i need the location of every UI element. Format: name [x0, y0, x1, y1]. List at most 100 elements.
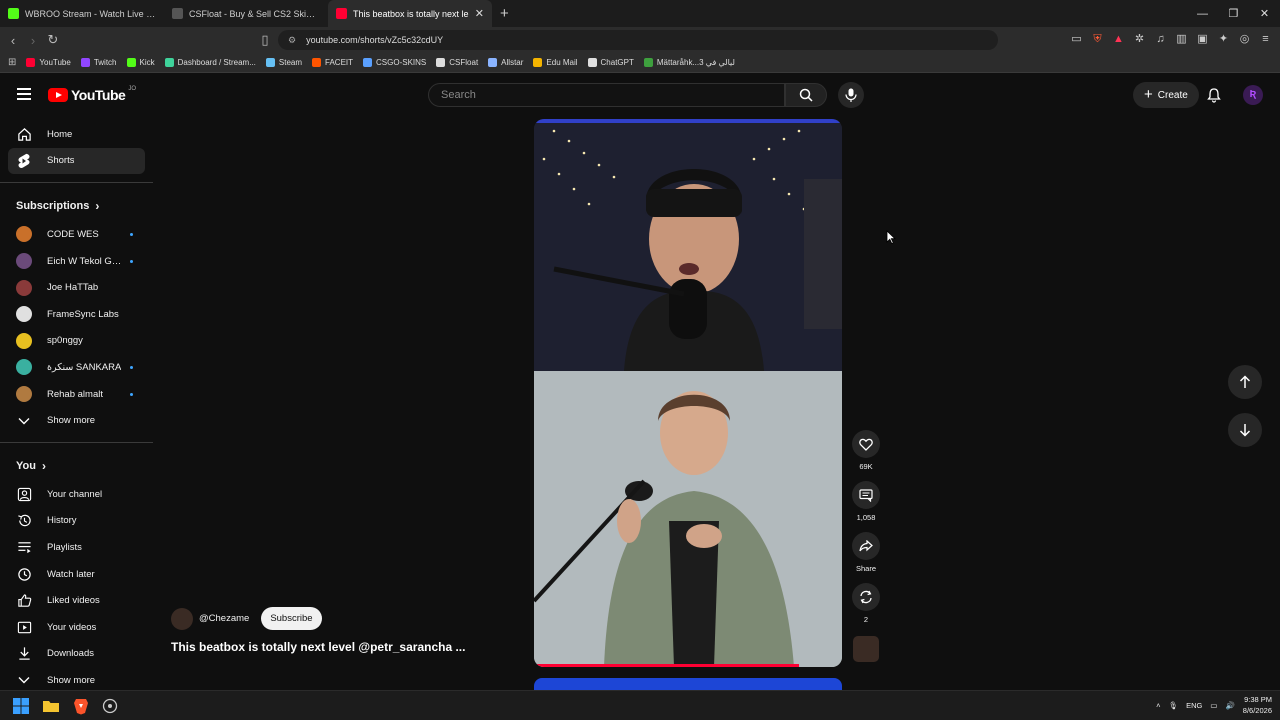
app-icon[interactable]	[101, 697, 119, 715]
channel-avatar[interactable]	[171, 607, 193, 630]
browser-tab-3-active[interactable]: This beatbox is totally next le ✕	[328, 0, 492, 27]
like-button[interactable]	[852, 430, 880, 458]
next-short-button[interactable]	[1228, 413, 1262, 447]
tray-microphone-icon[interactable]: 🎙	[1169, 701, 1179, 710]
browser-tab-1[interactable]: WBROO Stream - Watch Live on	[0, 0, 164, 27]
bookmark-label: Twitch	[93, 58, 117, 67]
subscribe-button[interactable]: Subscribe	[261, 607, 322, 630]
subscription-item[interactable]: Rehab almalt	[0, 381, 153, 408]
bookmark-item[interactable]: CSGO-SKINS	[363, 58, 426, 67]
previous-short-button[interactable]	[1228, 365, 1262, 399]
sidebar-item-like[interactable]: Liked videos	[0, 587, 153, 614]
bookmark-item[interactable]: ChatGPT	[587, 58, 634, 67]
media-icon[interactable]: ♫	[1154, 33, 1167, 46]
sidebar-item-label: Shorts	[47, 155, 75, 167]
bookmark-label: Steam	[278, 58, 303, 67]
channel-name[interactable]: @Chezame	[199, 613, 249, 624]
minimize-icon[interactable]: —	[1187, 8, 1218, 20]
extensions-icon[interactable]: ✲	[1133, 33, 1146, 46]
sidebar-item-channel[interactable]: Your channel	[0, 481, 153, 508]
leo-ai-icon[interactable]: ✦	[1217, 33, 1230, 46]
brave-browser-icon[interactable]	[72, 697, 90, 715]
bookmark-item[interactable]: YouTube	[26, 58, 71, 67]
search-input[interactable]: Search	[428, 83, 785, 107]
show-more-subscriptions[interactable]: Show more	[0, 407, 153, 434]
forward-icon[interactable]: ›	[23, 33, 43, 48]
back-icon[interactable]: ‹	[3, 33, 23, 48]
bookmark-item[interactable]: Twitch	[80, 58, 117, 67]
hamburger-menu-icon[interactable]	[17, 88, 31, 100]
sidebar-toggle-icon[interactable]: ▥	[1175, 33, 1188, 46]
shorts-icon	[16, 153, 32, 169]
bookmark-item[interactable]: Kick	[126, 58, 155, 67]
bookmark-icon[interactable]: ▯	[255, 32, 275, 48]
subscription-item[interactable]: CODE WES	[0, 221, 153, 248]
cast-icon[interactable]: ▭	[1070, 33, 1083, 46]
sidebar-item-history[interactable]: History	[0, 508, 153, 535]
sidebar-item-your-videos[interactable]: Your videos	[0, 614, 153, 641]
wallet-icon[interactable]: ▣	[1196, 33, 1209, 46]
menu-icon[interactable]: ≡	[1259, 33, 1272, 46]
bookmark-item[interactable]: FACEIT	[312, 58, 353, 67]
sidebar-item-watch-later[interactable]: Watch later	[0, 561, 153, 588]
new-content-dot	[130, 392, 133, 396]
browser-tab-2[interactable]: CSFloat - Buy & Sell CS2 Skins on the	[164, 0, 328, 27]
windows-start-icon[interactable]	[12, 697, 30, 715]
subscription-item[interactable]: Joe HaTTab	[0, 274, 153, 301]
subscription-item[interactable]: Eich W Tekol Gh...	[0, 248, 153, 275]
apps-grid-icon[interactable]: ⊞	[8, 57, 16, 68]
bookmark-favicon-icon	[164, 58, 174, 67]
video-progress-bar[interactable]	[534, 664, 799, 667]
create-button[interactable]: + Create	[1133, 82, 1199, 108]
you-heading[interactable]: You ›	[0, 451, 153, 481]
subscription-label: سنكرة SANKARA	[47, 361, 122, 373]
share-button[interactable]	[852, 532, 880, 560]
subscriptions-heading[interactable]: Subscriptions ›	[0, 191, 153, 221]
network-icon[interactable]: ▭	[1210, 701, 1217, 710]
language-indicator[interactable]: ENG	[1186, 701, 1202, 710]
voice-search-button[interactable]	[838, 82, 864, 108]
bookmark-item[interactable]: Allstar	[488, 58, 523, 67]
sidebar-item-label: Your videos	[47, 621, 97, 633]
tray-overflow-icon[interactable]: ˄	[1156, 701, 1160, 710]
short-video-player[interactable]	[534, 119, 842, 667]
close-tab-icon[interactable]: ✕	[475, 7, 484, 20]
bookmark-item[interactable]: Edu Mail	[533, 58, 578, 67]
channel-row: @Chezame Subscribe	[171, 607, 322, 630]
close-window-icon[interactable]: ✕	[1249, 7, 1280, 20]
sidebar-item-shorts[interactable]: Shorts	[8, 147, 145, 175]
short-title[interactable]: This beatbox is totally next level @petr…	[171, 640, 465, 654]
clock[interactable]: 9:38 PM 8/6/2026	[1243, 694, 1272, 716]
maximize-icon[interactable]: ❐	[1218, 7, 1249, 20]
youtube-logo[interactable]: YouTube JO	[48, 86, 136, 103]
subscription-item[interactable]: سنكرة SANKARA	[0, 354, 153, 381]
url-field[interactable]: ⚙ youtube.com/shorts/vZc5c32cdUY	[278, 30, 998, 50]
notifications-bell-icon[interactable]	[1206, 87, 1222, 103]
sidebar-item-download[interactable]: Downloads	[0, 641, 153, 668]
brave-shield-icon[interactable]: ⛨	[1091, 33, 1104, 46]
brave-rewards-icon[interactable]: ▲	[1112, 33, 1125, 46]
bookmark-item[interactable]: Dashboard / Stream...	[164, 58, 256, 67]
bookmark-item[interactable]: Mättaråhk...ليالي في 3	[643, 58, 735, 67]
mouse-cursor-icon	[886, 230, 896, 244]
reload-icon[interactable]: ↻	[43, 32, 63, 48]
subscription-item[interactable]: sp0nggy	[0, 328, 153, 355]
site-info-icon[interactable]: ⚙	[288, 35, 296, 46]
vpn-icon[interactable]: ◎	[1238, 33, 1251, 46]
sidebar-item-playlists[interactable]: Playlists	[0, 534, 153, 561]
subscription-item[interactable]: FrameSync Labs	[0, 301, 153, 328]
volume-icon[interactable]: 🔊	[1225, 701, 1234, 710]
search-button[interactable]	[785, 83, 827, 107]
bookmark-item[interactable]: CSFloat	[436, 58, 478, 67]
new-tab-icon[interactable]: +	[500, 5, 509, 22]
comments-button[interactable]	[852, 481, 880, 509]
sidebar-item-home[interactable]: Home	[0, 121, 153, 148]
arrow-up-icon	[1239, 375, 1251, 388]
account-avatar[interactable]: Ʀ	[1243, 85, 1263, 105]
file-explorer-icon[interactable]	[42, 697, 60, 715]
bookmark-favicon-icon	[643, 58, 653, 67]
next-short-preview[interactable]	[534, 678, 842, 690]
sound-thumbnail[interactable]	[853, 636, 879, 662]
remix-button[interactable]	[852, 583, 880, 611]
bookmark-item[interactable]: Steam	[265, 58, 303, 67]
